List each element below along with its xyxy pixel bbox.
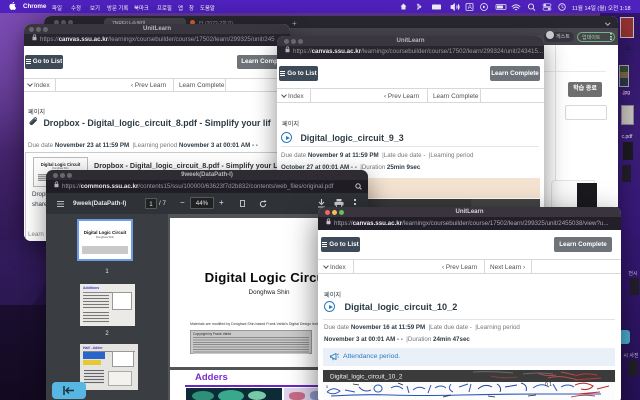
svg-text:A: A <box>468 5 472 11</box>
svg-text:Digital_logic_circuit_10_2: Digital_logic_circuit_10_2 <box>330 374 403 381</box>
svg-text:0 1: 0 1 <box>545 382 552 388</box>
